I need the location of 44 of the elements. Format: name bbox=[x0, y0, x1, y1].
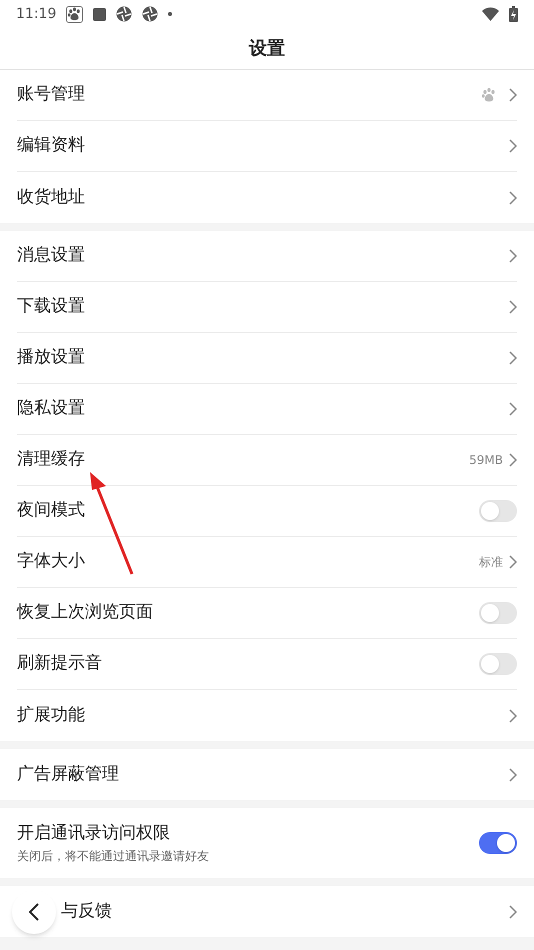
toggle-switch[interactable] bbox=[479, 653, 517, 675]
chevron-right-icon bbox=[509, 768, 517, 782]
chevron-right-icon bbox=[509, 904, 517, 918]
setting-value: 59MB bbox=[469, 452, 503, 469]
chevron-right-icon bbox=[509, 555, 517, 569]
battery-icon bbox=[509, 6, 518, 22]
wifi-icon bbox=[482, 7, 499, 21]
setting-label: 与反馈 bbox=[61, 900, 113, 923]
setting-value: 标准 bbox=[479, 554, 503, 571]
chevron-right-icon bbox=[509, 190, 517, 204]
back-icon bbox=[29, 903, 39, 921]
setting-label: 清理缓存 bbox=[17, 448, 86, 472]
status-time: 11:19 bbox=[16, 4, 56, 24]
setting-label: 编辑资料 bbox=[17, 134, 86, 158]
setting-label: 刷新提示音 bbox=[17, 652, 103, 676]
setting-label: 下载设置 bbox=[17, 295, 86, 318]
setting-label: 扩展功能 bbox=[17, 704, 86, 727]
chevron-right-icon bbox=[509, 300, 517, 314]
setting-label: 字体大小 bbox=[17, 550, 86, 574]
setting-label: 隐私设置 bbox=[17, 397, 86, 420]
chevron-right-icon bbox=[509, 88, 517, 102]
toggle-switch[interactable] bbox=[479, 500, 517, 522]
setting-label: 夜间模式 bbox=[17, 499, 86, 522]
chevron-right-icon bbox=[509, 351, 517, 365]
setting-label: 恢复上次浏览页面 bbox=[17, 601, 154, 624]
setting-label: 收货地址 bbox=[17, 186, 86, 209]
toggle-switch[interactable] bbox=[479, 832, 517, 854]
chevron-right-icon bbox=[509, 402, 517, 416]
aperture-icon bbox=[116, 6, 132, 22]
chevron-right-icon bbox=[509, 249, 517, 263]
toggle-switch[interactable] bbox=[479, 602, 517, 624]
chevron-right-icon bbox=[509, 453, 517, 467]
setting-label: 广告屏蔽管理 bbox=[17, 762, 120, 786]
aperture-icon bbox=[142, 6, 158, 22]
page-title: 设置 bbox=[249, 37, 285, 61]
square-icon bbox=[93, 8, 106, 20]
paw-icon bbox=[481, 87, 497, 103]
chevron-right-icon bbox=[509, 708, 517, 722]
setting-label: 消息设置 bbox=[17, 244, 86, 268]
setting-description: 关闭后，将不能通过通讯录邀请好友 bbox=[17, 848, 210, 865]
setting-label: 播放设置 bbox=[17, 346, 86, 370]
setting-label: 开启通讯录访问权限 bbox=[17, 822, 171, 846]
chevron-right-icon bbox=[509, 139, 517, 153]
setting-label: 账号管理 bbox=[17, 83, 86, 106]
